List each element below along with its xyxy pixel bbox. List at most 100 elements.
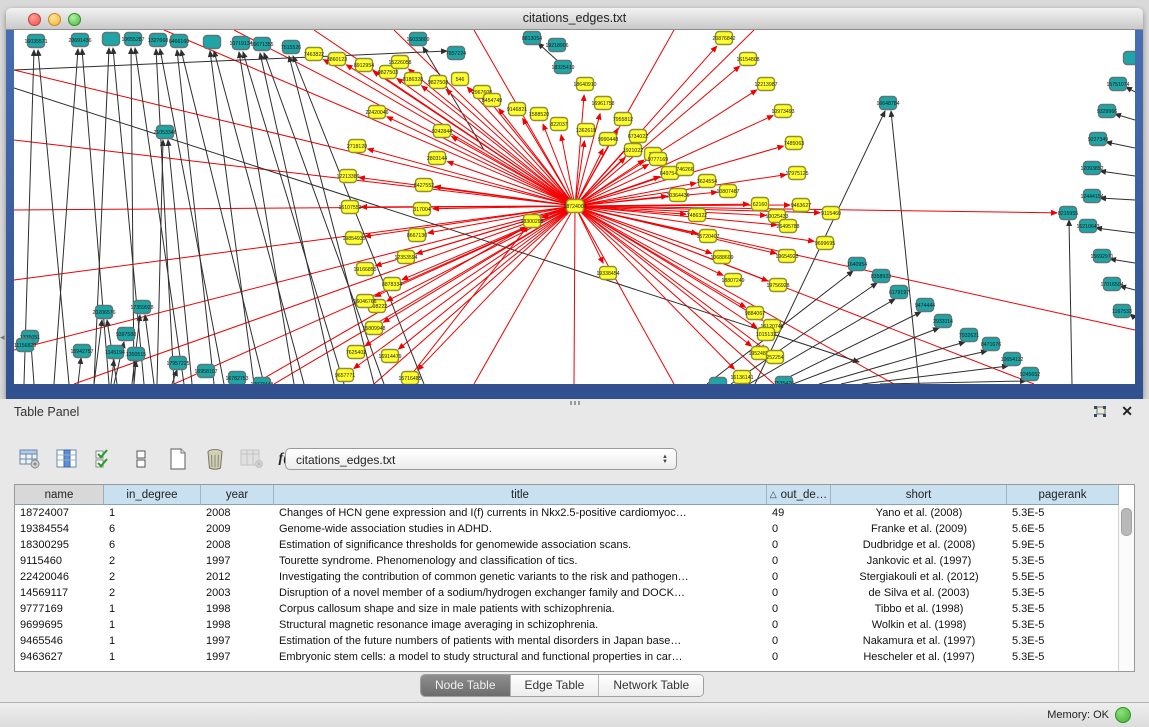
network-node[interactable]: 9227349 xyxy=(1088,133,1108,146)
memory-status-indicator[interactable] xyxy=(1115,707,1131,723)
column-header-pagerank[interactable]: pagerank xyxy=(1007,485,1119,505)
network-node[interactable]: 21053346 xyxy=(153,126,176,139)
network-node[interactable]: 62160 xyxy=(752,198,769,211)
window-titlebar[interactable]: citations_edges.txt xyxy=(6,8,1143,30)
network-node[interactable]: 17975125 xyxy=(785,167,808,180)
network-node[interactable]: 17016504 xyxy=(1100,278,1123,291)
network-node[interactable]: 9463627 xyxy=(791,199,811,212)
table-row[interactable]: 946362711997Embryonic stem cells: a mode… xyxy=(15,649,1134,665)
new-document-button[interactable] xyxy=(166,447,190,471)
network-node[interactable]: 10688609 xyxy=(710,251,733,264)
network-node[interactable]: 9242844 xyxy=(432,125,452,138)
column-header-outde[interactable]: △out_de… xyxy=(767,485,831,505)
float-panel-icon[interactable] xyxy=(1093,406,1107,419)
network-node[interactable]: 16961758 xyxy=(591,97,614,110)
network-node[interactable]: 19854935 xyxy=(342,232,365,245)
network-node[interactable]: 18807249 xyxy=(721,274,744,287)
table-row[interactable]: 1830029562008Estimation of significance … xyxy=(15,537,1134,553)
network-node[interactable]: 20364436 xyxy=(666,189,689,202)
network-node[interactable]: 15716485 xyxy=(398,372,421,385)
network-node[interactable]: 1167533 xyxy=(1112,305,1132,318)
network-node[interactable]: 1015132 xyxy=(756,328,776,341)
network-node[interactable]: 317004 xyxy=(413,203,430,216)
network-node[interactable]: 20691436 xyxy=(68,34,91,47)
vertical-scrollbar[interactable] xyxy=(1118,505,1134,671)
splitter-handle[interactable] xyxy=(570,401,580,405)
network-node[interactable]: 16914479 xyxy=(378,350,401,363)
network-node[interactable]: 16107553 xyxy=(338,201,361,214)
network-node[interactable]: 2803144 xyxy=(427,152,447,165)
network-node[interactable]: 1588520 xyxy=(529,108,549,121)
column-header-name[interactable]: name xyxy=(15,485,104,505)
network-node[interactable]: 19756928 xyxy=(766,279,789,292)
column-header-title[interactable]: title xyxy=(274,485,767,505)
network-node[interactable]: 252254 xyxy=(766,351,783,364)
network-node[interactable]: 18724007 xyxy=(563,200,586,213)
network-node[interactable]: 1362615 xyxy=(576,124,596,137)
network-node[interactable]: 16210643 xyxy=(1076,220,1099,233)
show-column-button[interactable] xyxy=(55,447,79,471)
network-node[interactable]: 9115460 xyxy=(821,207,841,220)
table-row[interactable]: 2242004622012Investigating the contribut… xyxy=(15,569,1134,585)
network-node[interactable]: 8878334 xyxy=(382,278,402,291)
column-header-year[interactable]: year xyxy=(201,485,274,505)
network-node[interactable]: 18325419 xyxy=(551,61,574,74)
network-node[interactable]: 9990448 xyxy=(598,133,618,146)
network-node[interactable]: 8215955 xyxy=(1058,207,1078,220)
network-node[interactable]: 1327668 xyxy=(148,34,168,47)
network-node[interactable]: 16046766 xyxy=(353,295,376,308)
table-row[interactable]: 1872400712008Changes of HCN gene express… xyxy=(15,505,1134,521)
network-node[interactable] xyxy=(1124,52,1136,65)
network-node[interactable] xyxy=(204,36,221,49)
collapse-arrow-icon[interactable]: ◂ xyxy=(0,332,5,343)
network-node[interactable]: 8667130 xyxy=(407,229,427,242)
network-node[interactable]: 1145194 xyxy=(105,346,125,359)
network-node[interactable]: 7515526 xyxy=(281,41,301,54)
tab-node-table[interactable]: Node Table xyxy=(421,675,511,696)
column-header-indegree[interactable]: in_degree xyxy=(104,485,201,505)
network-node[interactable]: 7535426 xyxy=(774,377,794,385)
network-node[interactable]: 20206576 xyxy=(92,306,115,319)
network-node[interactable]: 6466160 xyxy=(169,35,189,48)
network-node[interactable]: 18300295 xyxy=(520,215,543,228)
network-node[interactable]: 17359928 xyxy=(130,301,153,314)
network-node[interactable]: 8454749 xyxy=(482,94,502,107)
network-node[interactable]: 15751074 xyxy=(1106,78,1129,91)
network-node[interactable]: 7857224 xyxy=(446,47,466,60)
network-node[interactable]: 12444154 xyxy=(1080,190,1103,203)
network-node[interactable] xyxy=(103,33,120,46)
network-node[interactable]: 16958107 xyxy=(194,365,217,378)
network-node[interactable]: 3624554 xyxy=(697,175,717,188)
network-node[interactable]: 7932621 xyxy=(959,329,979,342)
network-node[interactable]: 9699695 xyxy=(815,237,835,250)
network-node[interactable]: 18640910 xyxy=(573,78,596,91)
row-height-button[interactable] xyxy=(129,447,153,471)
network-node[interactable]: 1921022 xyxy=(623,144,643,157)
network-node[interactable]: 7625402 xyxy=(346,346,366,359)
table-row[interactable]: 1938455462009Genome-wide association stu… xyxy=(15,521,1134,537)
network-node[interactable]: 7486322 xyxy=(687,209,707,222)
network-node[interactable]: 19166855 xyxy=(353,263,376,276)
network-node[interactable]: 2718120 xyxy=(347,140,367,153)
network-node[interactable]: 1640954 xyxy=(847,258,867,271)
network-node[interactable]: 546 xyxy=(452,73,469,86)
network-node[interactable]: 19654923 xyxy=(775,250,798,263)
network-node[interactable]: 10654112 xyxy=(1001,353,1024,366)
network-node[interactable]: 10719134 xyxy=(229,37,252,50)
network-node[interactable]: 9329966 xyxy=(1097,105,1117,118)
network-node[interactable]: 1350515 xyxy=(126,348,146,361)
scrollbar-thumb[interactable] xyxy=(1121,508,1132,536)
network-node[interactable]: 6734022 xyxy=(628,130,648,143)
network-node[interactable]: 11156829 xyxy=(14,339,36,352)
network-node[interactable]: 12353594 xyxy=(394,251,417,264)
network-node[interactable]: 15942757 xyxy=(70,345,93,358)
network-node[interactable]: 15720407 xyxy=(696,230,719,243)
network-node[interactable]: 8912954 xyxy=(354,59,374,72)
network-node[interactable]: 8186328 xyxy=(403,73,423,86)
delete-table-button[interactable] xyxy=(240,447,264,471)
network-node[interactable]: 16154808 xyxy=(736,53,759,66)
table-settings-button[interactable] xyxy=(18,447,42,471)
network-node[interactable]: 9884067 xyxy=(745,307,765,320)
network-node[interactable]: 8471676 xyxy=(981,338,1001,351)
network-node[interactable]: 12923448 xyxy=(250,378,273,385)
